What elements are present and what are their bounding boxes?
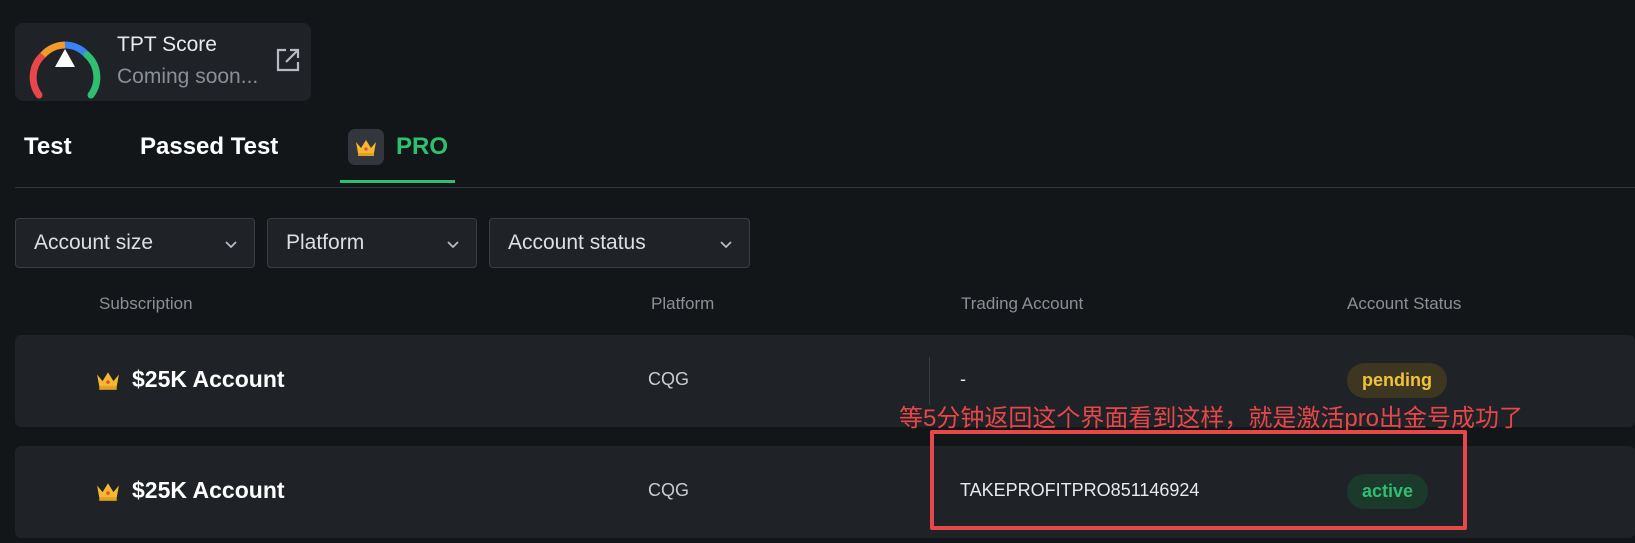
header-platform: Platform	[651, 294, 715, 313]
account-status-filter[interactable]: Account status	[489, 218, 750, 268]
score-title: TPT Score	[117, 33, 217, 56]
header-trading-account: Trading Account	[961, 294, 1084, 313]
chevron-down-icon	[447, 241, 459, 249]
tab-test[interactable]: Test	[24, 112, 72, 182]
chevron-down-icon	[225, 241, 237, 249]
subscription-name: $25K Account	[96, 477, 285, 504]
gauge-icon	[29, 41, 101, 99]
tab-passed-test[interactable]: Passed Test	[140, 112, 278, 182]
trading-account-value: -	[960, 369, 966, 389]
crown-icon	[97, 371, 119, 390]
platform-filter-label: Platform	[286, 231, 365, 254]
subscription-name: $25K Account	[96, 366, 285, 393]
score-subtitle: Coming soon...	[117, 65, 259, 88]
tab-bar: Test Passed Test PRO	[15, 118, 1635, 188]
subscription-name-label: $25K Account	[132, 477, 285, 503]
status-badge: pending	[1347, 363, 1447, 398]
account-size-filter[interactable]: Account size	[15, 218, 255, 268]
platform-filter[interactable]: Platform	[267, 218, 477, 268]
annotation-highlight-box	[930, 430, 1467, 530]
crown-icon	[348, 129, 384, 165]
annotation-text: 等5分钟返回这个界面看到这样，就是激活pro出金号成功了	[899, 405, 1524, 432]
chevron-down-icon	[720, 241, 732, 249]
tab-pro[interactable]: PRO	[340, 112, 455, 183]
platform-value: CQG	[648, 369, 690, 389]
subscription-name-label: $25K Account	[132, 366, 285, 392]
external-link-icon[interactable]	[275, 47, 301, 73]
tab-test-label: Test	[24, 133, 72, 160]
crown-icon	[97, 482, 119, 501]
tab-pro-label: PRO	[396, 133, 449, 160]
header-account-status: Account Status	[1347, 294, 1462, 313]
platform-value: CQG	[648, 480, 690, 500]
account-status-filter-label: Account status	[508, 231, 646, 254]
account-size-filter-label: Account size	[34, 231, 154, 254]
tab-passed-test-label: Passed Test	[140, 133, 279, 160]
tpt-score-card[interactable]: TPT Score Coming soon...	[15, 23, 311, 101]
header-subscription: Subscription	[99, 294, 193, 313]
